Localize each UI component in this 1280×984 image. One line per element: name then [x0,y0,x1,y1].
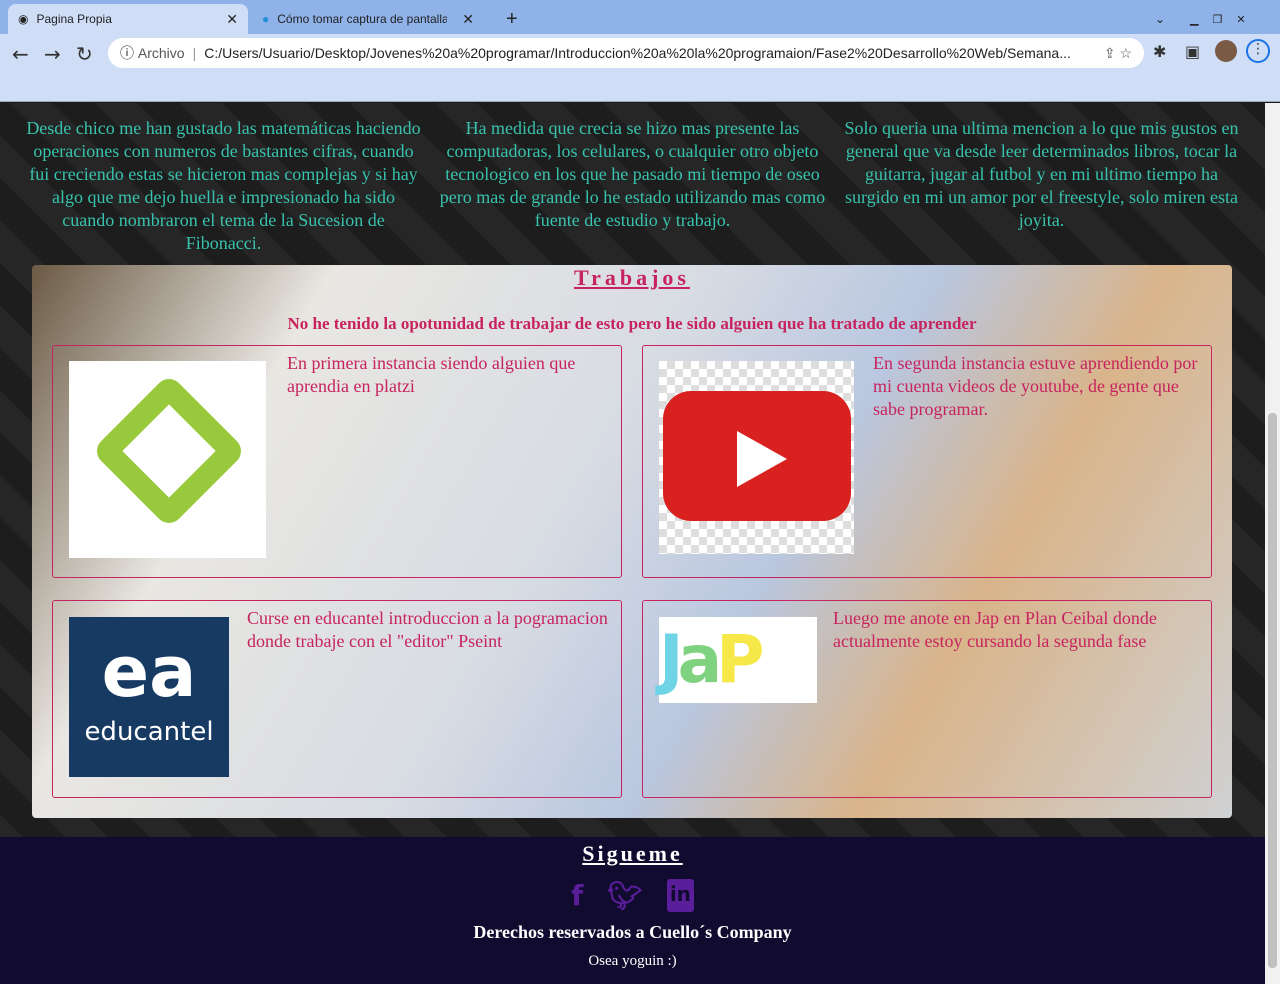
about-column: Ha medida que crecia se hizo mas present… [439,118,826,230]
info-icon: ⓘ [120,45,138,61]
about-section: Desde chico me han gustado las matemátic… [0,117,1265,255]
browser-toolbar: ← → ↻ ⓘ Archivo | C:/Users/Usuario/Desktop… [0,34,1280,102]
window-controls[interactable]: ▁ ❐ ✕ [1180,4,1256,34]
tagline: Osea yoguin :) [588,953,677,969]
page-content: Desde chico me han gustado las matemátic… [0,103,1265,984]
extensions-icon[interactable]: ✱ [1153,42,1166,61]
jap-logo: JaP [659,617,817,703]
restore-icon[interactable]: ❐ [1212,13,1222,26]
social-links: f 🐦︎ in [0,879,1265,912]
educantel-logo: ea educantel [69,617,229,777]
youtube-logo [659,361,854,554]
share-star-icons[interactable]: ⇪ ☆ [1104,45,1144,62]
scrollbar-thumb[interactable] [1268,413,1277,968]
trabajos-section: Trabajos No he tenido la opotunidad de t… [32,265,1232,818]
close-tab-icon[interactable]: ✕ [462,11,474,28]
tab-strip: ◉ Pagina Propia ✕ ● Cómo tomar captura de p… [0,0,1280,34]
about-column: Desde chico me han gustado las matemátic… [26,118,421,253]
footer-title: Sigueme [582,841,683,866]
close-tab-icon[interactable]: ✕ [226,11,238,28]
menu-icon[interactable]: ⋮ [1246,39,1270,63]
avatar[interactable] [1215,40,1237,62]
trabajos-subtitle: No he tenido la opotunidad de trabajar d… [287,314,977,333]
tab-captura[interactable]: ●Cómo tomar captura de pantalla (Sc✕ [252,4,484,34]
back-icon[interactable]: ← [12,42,29,66]
hp-icon: ● [262,12,270,26]
work-card-platzi: En primera instancia siendo alguien que … [52,345,622,578]
close-window-icon[interactable]: ✕ [1236,13,1245,26]
tab-search-icon[interactable]: ⌄ [1145,4,1175,34]
address-bar[interactable]: ⓘ Archivo | C:/Users/Usuario/Desktop/Joven… [108,38,1144,68]
forward-icon[interactable]: → [44,42,61,66]
minimize-icon[interactable]: ▁ [1190,13,1198,26]
reload-icon[interactable]: ↻ [76,42,93,66]
work-card-educantel: ea educantel Curse en educantel introduc… [52,600,622,798]
facebook-icon[interactable]: f [571,879,583,912]
copyright: Derechos reservados a Cuello´s Company [473,922,792,942]
linkedin-icon[interactable]: in [666,879,694,912]
about-column: Solo queria una ultima mencion a lo que … [844,118,1239,230]
platzi-logo [69,361,266,558]
twitter-icon[interactable]: 🐦︎ [607,879,643,912]
globe-icon: ◉ [18,12,29,26]
work-card-youtube: En segunda instancia estuve aprendiendo … [642,345,1212,578]
footer: Sigueme f 🐦︎ in Derechos reservados a Cu… [0,837,1265,984]
new-tab-button[interactable]: + [496,4,528,34]
scrollbar[interactable] [1265,103,1280,984]
work-card-jap: JaP Luego me anote en Jap en Plan Ceibal… [642,600,1212,798]
trabajos-title: Trabajos [574,265,690,290]
sidepanel-icon[interactable]: ▣ [1185,42,1200,61]
tab-pagina-propia[interactable]: ◉ Pagina Propia ✕ [8,4,248,34]
